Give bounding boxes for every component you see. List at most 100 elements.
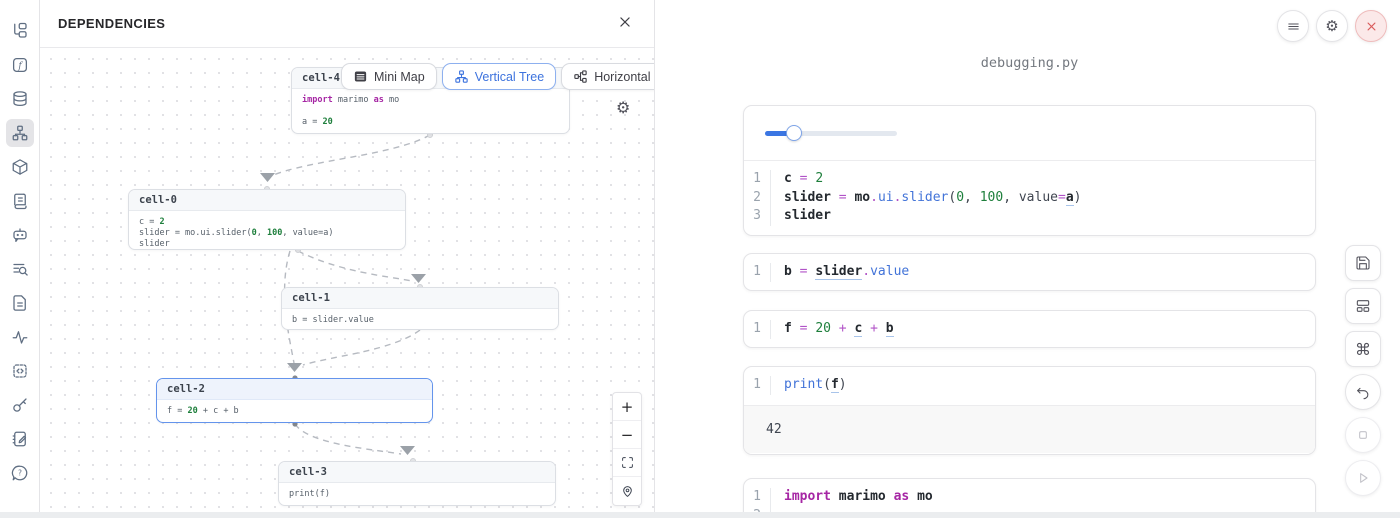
locate-node-button[interactable] [613, 477, 641, 505]
help-bubble-icon: ? [11, 464, 29, 482]
code-editor[interactable]: 1f = 20 + c + b [744, 311, 1315, 348]
sidebar-item-help[interactable]: ? [6, 459, 34, 487]
slider-thumb[interactable] [786, 125, 802, 141]
minimap-view-button[interactable]: Mini Map [341, 63, 437, 90]
marimo-app: f [0, 0, 1400, 518]
fit-view-button[interactable] [613, 449, 641, 477]
dependencies-header: DEPENDENCIES [40, 0, 654, 48]
sidebar-item-documentation[interactable] [6, 289, 34, 317]
code-cell-print[interactable]: 1print(f) 42 [743, 366, 1316, 455]
node-code: f = 20 + c + b [157, 400, 432, 423]
node-title: cell-3 [279, 462, 555, 483]
dependencies-panel: DEPENDENCIES [40, 0, 655, 518]
package-icon [11, 158, 29, 176]
horizontal-scrollbar[interactable] [0, 512, 1400, 518]
sidebar-item-datasources[interactable] [6, 85, 34, 113]
notebook-menu-button[interactable] [1277, 10, 1309, 42]
horizontal-tree-label: Horizontal Tree [594, 70, 654, 84]
graph-view-toolbar: Mini Map Vertical Tree Horizontal Tree [341, 63, 654, 90]
sidebar-item-snippets[interactable] [6, 357, 34, 385]
stop-icon [1355, 427, 1371, 443]
node-code: import marimo as moa = 20 [292, 89, 569, 134]
sidebar-item-search-logs[interactable] [6, 255, 34, 283]
layout-button[interactable] [1345, 288, 1381, 324]
node-code: c = 2slider = mo.ui.slider(0, 100, value… [129, 211, 405, 250]
sidebar-item-file-explorer[interactable] [6, 17, 34, 45]
sidebar-item-variables[interactable]: f [6, 51, 34, 79]
sidebar-item-tracing[interactable] [6, 323, 34, 351]
code-cell-b[interactable]: 1b = slider.value [743, 253, 1316, 291]
svg-text:?: ? [18, 469, 22, 478]
slider-output-area [744, 106, 1315, 161]
undo-button[interactable] [1345, 374, 1381, 410]
zoom-in-button[interactable]: + [613, 393, 641, 421]
key-icon [11, 396, 29, 414]
shutdown-button[interactable] [1355, 10, 1387, 42]
node-title: cell-1 [282, 288, 558, 309]
horizontal-tree-icon [573, 69, 588, 84]
scroll-icon [11, 192, 29, 210]
layout-panels-icon [1355, 298, 1371, 314]
notebook-action-buttons: ⌘ [1345, 245, 1381, 496]
hamburger-menu-icon [1286, 19, 1301, 34]
sidebar-item-logs[interactable] [6, 187, 34, 215]
undo-icon [1355, 384, 1371, 400]
graph-settings-button[interactable]: ⚙ [616, 98, 630, 117]
horizontal-tree-view-button[interactable]: Horizontal Tree [561, 63, 654, 90]
notebook-settings-button[interactable]: ⚙ [1316, 10, 1348, 42]
sidebar-item-packages[interactable] [6, 153, 34, 181]
notebook-top-buttons: ⚙ [1277, 10, 1387, 42]
map-pin-icon [621, 485, 634, 498]
zoom-out-button[interactable]: − [613, 421, 641, 449]
node-code: print(f) [279, 483, 555, 506]
minimap-icon [353, 69, 368, 84]
svg-text:f: f [17, 61, 23, 71]
code-cell-slider[interactable]: 1c = 22slider = mo.ui.slider(0, 100, val… [743, 105, 1316, 236]
search-list-icon [11, 260, 29, 278]
document-icon [11, 294, 29, 312]
code-box-icon [11, 362, 29, 380]
dependency-graph-canvas[interactable]: cell-4 import marimo as moa = 20 cell-0 … [40, 48, 654, 518]
dependency-graph-icon [11, 124, 29, 142]
helper-sidebar: f [0, 0, 40, 518]
node-title: cell-2 [157, 379, 432, 400]
notepad-pencil-icon [11, 430, 29, 448]
save-icon [1355, 255, 1371, 271]
graph-node-cell-0[interactable]: cell-0 c = 2slider = mo.ui.slider(0, 100… [128, 189, 406, 250]
graph-node-cell-1[interactable]: cell-1 b = slider.value [281, 287, 559, 330]
sidebar-item-secrets[interactable] [6, 391, 34, 419]
code-editor[interactable]: 1b = slider.value [744, 254, 1315, 291]
cell-output: 42 [744, 405, 1315, 453]
fullscreen-icon [621, 456, 634, 469]
vertical-tree-view-button[interactable]: Vertical Tree [442, 63, 556, 90]
run-button[interactable] [1345, 460, 1381, 496]
play-icon [1355, 470, 1371, 486]
sidebar-item-chat[interactable] [6, 221, 34, 249]
notebook-pane: debugging.py ⚙ 1c = 22slid [655, 0, 1400, 518]
keyboard-shortcuts-button[interactable]: ⌘ [1345, 331, 1381, 367]
sidebar-item-dependencies[interactable] [6, 119, 34, 147]
close-panel-button[interactable] [614, 11, 636, 37]
save-button[interactable] [1345, 245, 1381, 281]
vertical-tree-label: Vertical Tree [475, 70, 544, 84]
chatbot-icon [11, 226, 29, 244]
code-editor[interactable]: 1print(f) [744, 367, 1315, 405]
notebook-filename: debugging.py [743, 55, 1316, 71]
slider-track[interactable] [765, 131, 897, 136]
database-icon [11, 90, 29, 108]
code-cell-f[interactable]: 1f = 20 + c + b [743, 310, 1316, 348]
close-x-icon [1364, 19, 1379, 34]
slider-widget[interactable] [765, 125, 897, 141]
gear-icon: ⚙ [1325, 17, 1338, 35]
stop-button[interactable] [1345, 417, 1381, 453]
panel-title: DEPENDENCIES [58, 16, 165, 31]
node-title: cell-0 [129, 190, 405, 211]
vertical-tree-icon [454, 69, 469, 84]
code-editor[interactable]: 1c = 22slider = mo.ui.slider(0, 100, val… [744, 161, 1315, 236]
sidebar-item-scratchpad[interactable] [6, 425, 34, 453]
graph-node-cell-3[interactable]: cell-3 print(f) [278, 461, 556, 506]
function-icon: f [11, 56, 29, 74]
node-code: b = slider.value [282, 309, 558, 330]
graph-node-cell-2[interactable]: cell-2 f = 20 + c + b [156, 378, 433, 423]
minimap-label: Mini Map [374, 70, 425, 84]
